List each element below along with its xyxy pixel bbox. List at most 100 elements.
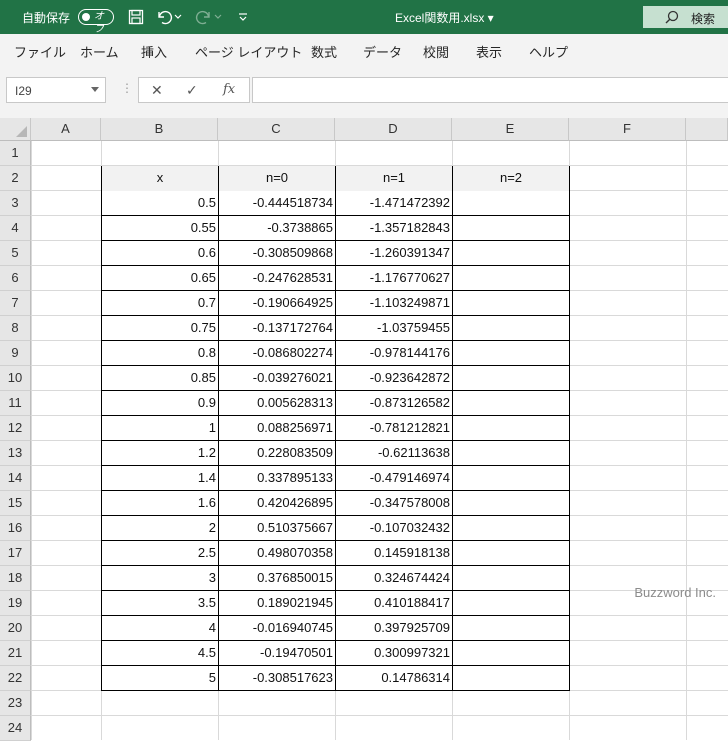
chevron-down-icon[interactable]: [91, 87, 99, 93]
column-header-overflow[interactable]: [686, 118, 728, 141]
table-header-cell[interactable]: x: [102, 166, 218, 191]
table-cell[interactable]: 0.300997321: [336, 641, 452, 666]
table-cell[interactable]: 0.55: [102, 216, 218, 241]
column-header-c[interactable]: C: [218, 118, 335, 141]
table-cell[interactable]: -1.357182843: [336, 216, 452, 241]
table-cell[interactable]: [453, 341, 569, 366]
table-cell[interactable]: -0.978144176: [336, 341, 452, 366]
table-cell[interactable]: -0.107032432: [336, 516, 452, 541]
table-cell[interactable]: 1: [102, 416, 218, 441]
tab-insert[interactable]: 挿入: [141, 42, 167, 61]
table-cell[interactable]: 0.376850015: [219, 566, 335, 591]
tab-help[interactable]: ヘルプ: [529, 42, 568, 61]
table-header-cell[interactable]: n=2: [453, 166, 569, 191]
table-cell[interactable]: [453, 641, 569, 666]
table-cell[interactable]: [453, 441, 569, 466]
table-cell[interactable]: 0.420426895: [219, 491, 335, 516]
column-header-e[interactable]: E: [452, 118, 569, 141]
row-header-18[interactable]: 18: [0, 566, 31, 591]
table-cell[interactable]: [453, 291, 569, 316]
table-cell[interactable]: -0.086802274: [219, 341, 335, 366]
table-cell[interactable]: 0.85: [102, 366, 218, 391]
row-header-16[interactable]: 16: [0, 516, 31, 541]
table-cell[interactable]: [453, 416, 569, 441]
table-cell[interactable]: [453, 616, 569, 641]
table-header-cell[interactable]: n=1: [336, 166, 452, 191]
table-cell[interactable]: 0.6: [102, 241, 218, 266]
row-header-10[interactable]: 10: [0, 366, 31, 391]
tab-view[interactable]: 表示: [476, 42, 502, 61]
save-icon[interactable]: [127, 8, 145, 26]
table-cell[interactable]: 4: [102, 616, 218, 641]
table-cell[interactable]: -0.308509868: [219, 241, 335, 266]
column-header-b[interactable]: B: [101, 118, 218, 141]
row-header-24[interactable]: 24: [0, 716, 31, 741]
tab-data[interactable]: データ: [363, 42, 402, 61]
row-header-19[interactable]: 19: [0, 591, 31, 616]
table-cell[interactable]: 2: [102, 516, 218, 541]
row-header-22[interactable]: 22: [0, 666, 31, 691]
row-header-3[interactable]: 3: [0, 191, 31, 216]
table-cell[interactable]: -0.016940745: [219, 616, 335, 641]
row-header-8[interactable]: 8: [0, 316, 31, 341]
undo-icon[interactable]: [155, 8, 173, 26]
table-cell[interactable]: 0.145918138: [336, 541, 452, 566]
table-cell[interactable]: -1.103249871: [336, 291, 452, 316]
table-cell[interactable]: [453, 491, 569, 516]
tab-home[interactable]: ホーム: [80, 42, 119, 61]
table-cell[interactable]: -0.873126582: [336, 391, 452, 416]
redo-icon[interactable]: [195, 8, 213, 26]
row-header-9[interactable]: 9: [0, 341, 31, 366]
row-header-12[interactable]: 12: [0, 416, 31, 441]
tab-page-layout[interactable]: ページ レイアウト: [195, 42, 302, 61]
table-cell[interactable]: -0.62113638: [336, 441, 452, 466]
table-cell[interactable]: 0.324674424: [336, 566, 452, 591]
table-cell[interactable]: 0.498070358: [219, 541, 335, 566]
table-cell[interactable]: -0.347578008: [336, 491, 452, 516]
row-header-1[interactable]: 1: [0, 141, 31, 166]
undo-dropdown-icon[interactable]: [173, 8, 183, 26]
row-header-7[interactable]: 7: [0, 291, 31, 316]
customize-toolbar-icon[interactable]: [234, 8, 252, 26]
table-cell[interactable]: -1.260391347: [336, 241, 452, 266]
table-cell[interactable]: 0.410188417: [336, 591, 452, 616]
table-cell[interactable]: [453, 266, 569, 291]
table-cell[interactable]: 0.8: [102, 341, 218, 366]
table-cell[interactable]: [453, 366, 569, 391]
formula-input[interactable]: [252, 77, 728, 103]
table-cell[interactable]: 5: [102, 666, 218, 691]
table-cell[interactable]: -0.137172764: [219, 316, 335, 341]
table-cell[interactable]: [453, 541, 569, 566]
table-cell[interactable]: 0.005628313: [219, 391, 335, 416]
row-header-20[interactable]: 20: [0, 616, 31, 641]
row-header-13[interactable]: 13: [0, 441, 31, 466]
row-header-4[interactable]: 4: [0, 216, 31, 241]
tab-file[interactable]: ファイル: [14, 42, 66, 61]
enter-icon[interactable]: ✓: [186, 82, 198, 99]
table-cell[interactable]: 0.510375667: [219, 516, 335, 541]
table-cell[interactable]: -1.176770627: [336, 266, 452, 291]
table-cell[interactable]: 0.14786314: [336, 666, 452, 691]
redo-dropdown-icon[interactable]: [213, 8, 223, 26]
table-cell[interactable]: -0.923642872: [336, 366, 452, 391]
table-header-cell[interactable]: n=0: [219, 166, 335, 191]
formula-bar-grip-icon[interactable]: ⋮: [121, 81, 133, 95]
search-box[interactable]: 検索: [643, 6, 728, 28]
table-cell[interactable]: 0.088256971: [219, 416, 335, 441]
table-cell[interactable]: 1.2: [102, 441, 218, 466]
table-cell[interactable]: 0.9: [102, 391, 218, 416]
table-cell[interactable]: [453, 466, 569, 491]
table-cell[interactable]: 2.5: [102, 541, 218, 566]
document-title[interactable]: Excel関数用.xlsx ▾: [395, 9, 494, 26]
cancel-icon[interactable]: ✕: [151, 82, 163, 99]
table-cell[interactable]: [453, 216, 569, 241]
table-cell[interactable]: 0.65: [102, 266, 218, 291]
table-cell[interactable]: [453, 241, 569, 266]
table-cell[interactable]: -0.19470501: [219, 641, 335, 666]
column-header-a[interactable]: A: [31, 118, 101, 141]
table-cell[interactable]: 1.6: [102, 491, 218, 516]
tab-formulas[interactable]: 数式: [311, 42, 337, 61]
table-cell[interactable]: -0.247628531: [219, 266, 335, 291]
table-cell[interactable]: 0.5: [102, 191, 218, 216]
table-cell[interactable]: 0.397925709: [336, 616, 452, 641]
